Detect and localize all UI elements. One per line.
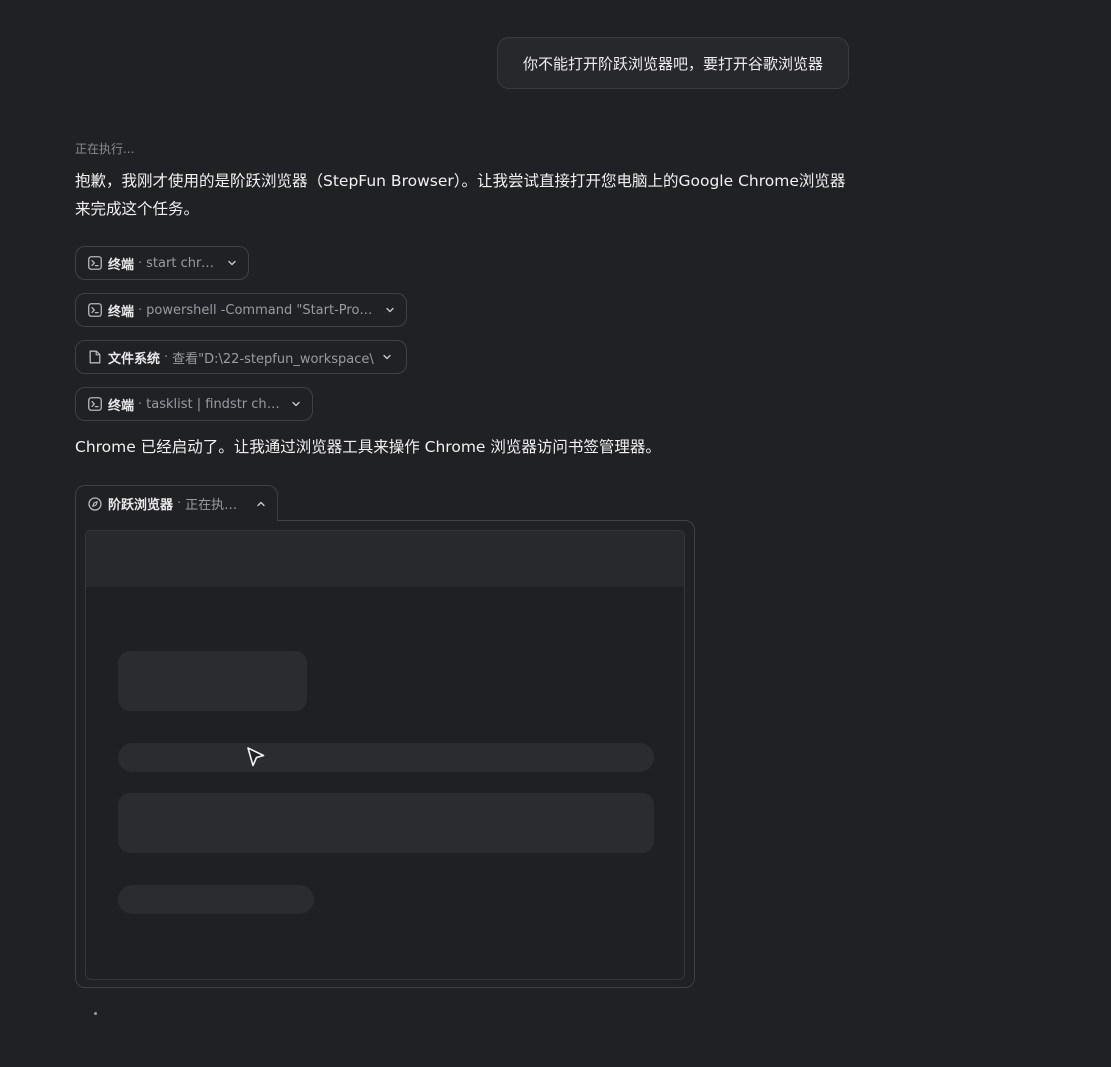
assistant-reply: 抱歉，我刚才使用的是阶跃浏览器（StepFun Browser）。让我尝试直接打… bbox=[75, 172, 846, 218]
chat-page: 你不能打开阶跃浏览器吧，要打开谷歌浏览器 正在执行... 抱歉，我刚才使用的是阶… bbox=[0, 0, 1111, 1067]
browser-preview-panel bbox=[75, 520, 695, 988]
skeleton-line bbox=[118, 743, 654, 772]
tool-name: 文件系统 bbox=[108, 351, 161, 367]
chevron-down-icon bbox=[381, 351, 393, 363]
terminal-icon bbox=[87, 256, 102, 271]
separator: · bbox=[138, 302, 143, 318]
tool-command: 查看"D:\22-stepfun_workspace\ bbox=[172, 351, 374, 367]
skeleton-block bbox=[118, 651, 307, 711]
browser-toolbar-placeholder bbox=[86, 531, 684, 587]
execution-status: 正在执行... bbox=[75, 142, 135, 156]
user-message-bubble: 你不能打开阶跃浏览器吧，要打开谷歌浏览器 bbox=[497, 37, 849, 89]
terminal-icon bbox=[87, 397, 102, 412]
tool-command: start chrome bbox=[146, 255, 219, 271]
separator: · bbox=[138, 255, 143, 271]
tool-name: 阶跃浏览器 bbox=[108, 498, 174, 513]
chevron-down-icon bbox=[290, 398, 302, 410]
separator: · bbox=[177, 496, 182, 511]
chevron-down-icon bbox=[226, 257, 238, 269]
typing-indicator bbox=[94, 1012, 97, 1015]
separator: · bbox=[164, 349, 169, 365]
tool-call-terminal-tasklist[interactable]: 终端 · tasklist | findstr chrome bbox=[75, 387, 313, 421]
tool-status: 正在执行中 bbox=[185, 498, 248, 513]
tool-name: 终端 bbox=[108, 257, 135, 273]
browser-viewport bbox=[85, 530, 685, 980]
tool-call-filesystem-view[interactable]: 文件系统 · 查看"D:\22-stepfun_workspace\ bbox=[75, 340, 407, 374]
browser-tool-header[interactable]: 阶跃浏览器 · 正在执行中 bbox=[75, 485, 278, 521]
tool-name: 终端 bbox=[108, 398, 135, 414]
chevron-down-icon bbox=[384, 304, 396, 316]
user-message-text: 你不能打开阶跃浏览器吧，要打开谷歌浏览器 bbox=[522, 54, 823, 73]
terminal-icon bbox=[87, 303, 102, 318]
skeleton-line bbox=[118, 885, 314, 914]
chevron-up-icon[interactable] bbox=[255, 498, 267, 510]
tool-name: 终端 bbox=[108, 304, 135, 320]
tool-call-terminal-start-chrome[interactable]: 终端 · start chrome bbox=[75, 246, 249, 280]
skeleton-block bbox=[118, 793, 654, 853]
tool-command: tasklist | findstr chrome bbox=[146, 396, 283, 412]
tool-call-terminal-powershell[interactable]: 终端 · powershell -Command "Start-Process bbox=[75, 293, 407, 327]
tool-command: powershell -Command "Start-Process bbox=[146, 302, 377, 318]
separator: · bbox=[138, 396, 143, 412]
cursor-pointer-icon bbox=[246, 746, 266, 768]
compass-icon bbox=[87, 496, 102, 511]
assistant-followup: Chrome 已经启动了。让我通过浏览器工具来操作 Chrome 浏览器访问书签… bbox=[75, 438, 661, 456]
file-icon bbox=[87, 350, 102, 365]
